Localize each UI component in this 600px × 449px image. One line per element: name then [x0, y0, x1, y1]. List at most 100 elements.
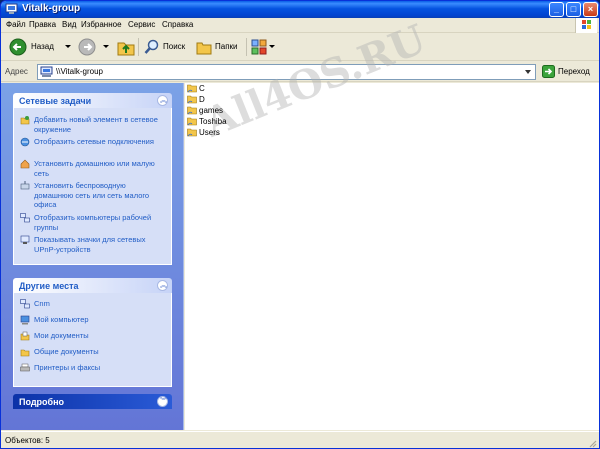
details-header[interactable]: Подробно ︾: [13, 394, 172, 409]
expand-chevron-icon[interactable]: ︾: [157, 396, 168, 407]
task-label: Отобразить компьютеры рабочей группы: [34, 213, 152, 232]
folder-up-icon[interactable]: [115, 36, 137, 58]
resize-grip-icon[interactable]: [587, 438, 597, 448]
menu-view[interactable]: Вид: [62, 20, 76, 29]
task-home-network[interactable]: Установить домашнюю или малую сеть: [20, 159, 168, 179]
file-name: Users: [199, 128, 220, 137]
other-places-title: Другие места: [19, 281, 79, 291]
details-title: Подробно: [19, 397, 65, 407]
wireless-network-icon: [20, 181, 30, 190]
menu-favorites[interactable]: Избранное: [81, 20, 122, 29]
close-button[interactable]: ×: [583, 2, 598, 17]
back-arrow-icon: [9, 38, 27, 56]
file-item-users[interactable]: Users: [187, 127, 267, 138]
menu-help[interactable]: Справка: [162, 20, 193, 29]
task-label: Установить беспроводную домашнюю сеть ил…: [34, 181, 150, 209]
search-button[interactable]: Поиск: [142, 36, 190, 58]
add-network-place-icon: [20, 116, 30, 125]
status-text: Объектов: 5: [5, 436, 50, 445]
details-group: Подробно ︾: [13, 394, 172, 409]
place-label: Cnm: [34, 299, 50, 308]
file-item-toshiba[interactable]: Toshiba: [187, 116, 267, 127]
folders-label: Папки: [215, 42, 238, 51]
toolbar-separator: [246, 38, 247, 56]
menu-file[interactable]: Файл: [6, 20, 26, 29]
forward-dropdown-icon[interactable]: [103, 45, 109, 48]
network-computer-icon: [40, 66, 53, 77]
file-list-view[interactable]: All4OS.RU C D games Toshiba Users: [185, 15, 599, 430]
task-label: Установить домашнюю или малую сеть: [34, 159, 155, 178]
collapse-chevron-icon[interactable]: ︽: [157, 95, 168, 106]
folders-button[interactable]: Папки: [194, 36, 242, 58]
address-value: \\Vitalk-group: [56, 67, 103, 76]
back-label: Назад: [31, 42, 54, 51]
views-dropdown-icon[interactable]: [269, 45, 275, 48]
network-tasks-header[interactable]: Сетевые задачи ︽: [13, 93, 172, 108]
shared-folder-icon: [187, 106, 197, 115]
place-my-computer[interactable]: Мой компьютер: [20, 315, 168, 327]
address-dropdown-icon[interactable]: [521, 65, 535, 79]
toolbar-separator: [138, 38, 139, 56]
other-places-header[interactable]: Другие места ︽: [13, 278, 172, 293]
other-places-group: Другие места ︽ Cnm Мой компьютер Мои док…: [13, 278, 172, 387]
file-name: C: [199, 84, 205, 93]
search-label: Поиск: [163, 42, 186, 51]
back-button[interactable]: Назад: [5, 36, 73, 58]
collapse-chevron-icon[interactable]: ︽: [157, 280, 168, 291]
my-documents-icon: [20, 331, 30, 341]
network-connections-icon: [20, 137, 30, 147]
windows-logo-icon: [575, 18, 597, 33]
file-name: games: [199, 106, 224, 115]
title-bar[interactable]: Vitalk-group _ □ ×: [1, 1, 599, 18]
place-label: Принтеры и факсы: [34, 363, 101, 372]
task-add-network-place[interactable]: Добавить новый элемент в сетевое окружен…: [20, 115, 168, 135]
file-item-d[interactable]: D: [187, 94, 267, 105]
printers-icon: [20, 363, 30, 372]
go-button[interactable]: Переход: [540, 64, 596, 80]
task-upnp-devices[interactable]: Показывать значки для сетевых UPnP-устро…: [20, 235, 168, 255]
place-shared-documents[interactable]: Общие документы: [20, 347, 168, 359]
network-icon: [20, 299, 30, 309]
place-label: Мои документы: [34, 331, 89, 340]
task-label: Добавить новый элемент в сетевое окружен…: [34, 115, 158, 134]
forward-button[interactable]: [76, 36, 114, 58]
task-wireless-network[interactable]: Установить беспроводную домашнюю сеть ил…: [20, 181, 168, 211]
address-label: Адрес: [5, 67, 28, 76]
toolbar: Назад Поиск Папки: [1, 34, 599, 61]
forward-arrow-icon: [78, 38, 96, 56]
network-window-icon: [5, 3, 18, 14]
task-label: Отобразить сетевые подключения: [34, 137, 154, 146]
go-label: Переход: [558, 67, 590, 76]
file-item-c[interactable]: C: [187, 83, 267, 94]
workgroup-computers-icon: [20, 213, 30, 223]
file-item-games[interactable]: games: [187, 105, 267, 116]
file-name: Toshiba: [199, 117, 227, 126]
network-tasks-list: Добавить новый элемент в сетевое окружен…: [13, 108, 172, 265]
back-dropdown-icon[interactable]: [65, 45, 71, 48]
place-cnm[interactable]: Cnm: [20, 299, 168, 311]
place-label: Общие документы: [34, 347, 99, 356]
upnp-device-icon: [20, 235, 30, 244]
shared-folder-icon: [187, 84, 197, 93]
task-network-connections[interactable]: Отобразить сетевые подключения: [20, 137, 168, 157]
status-bar: Объектов: 5: [1, 431, 599, 448]
explorer-window: Vitalk-group _ □ × Файл Правка Вид Избра…: [0, 0, 600, 449]
maximize-button[interactable]: □: [566, 2, 581, 17]
views-button[interactable]: [250, 36, 278, 58]
other-places-list: Cnm Мой компьютер Мои документы Общие до…: [13, 293, 172, 387]
network-tasks-title: Сетевые задачи: [19, 96, 92, 106]
menu-bar: Файл Правка Вид Избранное Сервис Справка: [1, 18, 599, 33]
window-title: Vitalk-group: [22, 3, 81, 14]
menu-edit[interactable]: Правка: [29, 20, 56, 29]
task-workgroup-computers[interactable]: Отобразить компьютеры рабочей группы: [20, 213, 168, 233]
place-label: Мой компьютер: [34, 315, 89, 324]
task-pane: Сетевые задачи ︽ Добавить новый элемент …: [1, 83, 184, 430]
views-icon: [251, 39, 267, 55]
place-my-documents[interactable]: Мои документы: [20, 331, 168, 343]
place-printers[interactable]: Принтеры и факсы: [20, 363, 168, 375]
home-network-icon: [20, 159, 30, 169]
file-name: D: [199, 95, 205, 104]
shared-folder-icon: [187, 117, 197, 126]
minimize-button[interactable]: _: [549, 2, 564, 17]
menu-tools[interactable]: Сервис: [128, 20, 155, 29]
